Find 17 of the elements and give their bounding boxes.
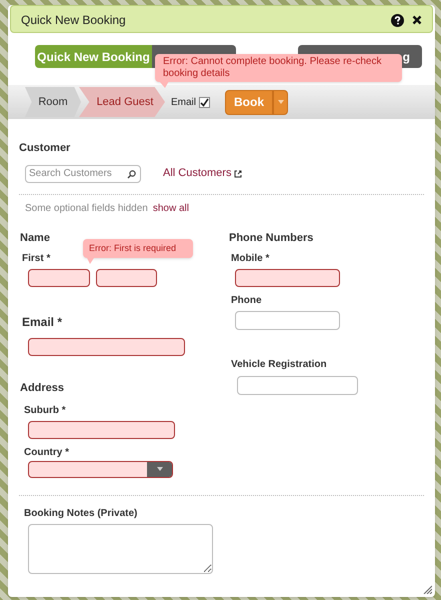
optional-fields-note: Some optional fields hidden [25, 202, 148, 216]
error-tooltip: Error: First is required [83, 238, 193, 258]
error-tooltip: Error: Cannot complete booking. Please re-check booking details [155, 54, 402, 82]
field-label: Email * [22, 314, 64, 331]
field-label: Mobile * [231, 252, 270, 266]
field-label: First * [22, 252, 50, 266]
field-label: Booking Notes (Private) [24, 506, 138, 520]
field-label: Country * [24, 446, 70, 460]
field-label: Phone [231, 294, 263, 308]
email-label: Email [171, 96, 196, 110]
field-label: Suburb * [24, 404, 67, 418]
window-title: Quick New Booking [21, 12, 126, 29]
field-label: Vehicle Registration [231, 358, 328, 372]
section-heading: Customer [19, 141, 72, 156]
section-heading: Name [20, 230, 51, 246]
section-heading: Phone Numbers [229, 230, 314, 246]
section-heading: Address [20, 381, 66, 396]
